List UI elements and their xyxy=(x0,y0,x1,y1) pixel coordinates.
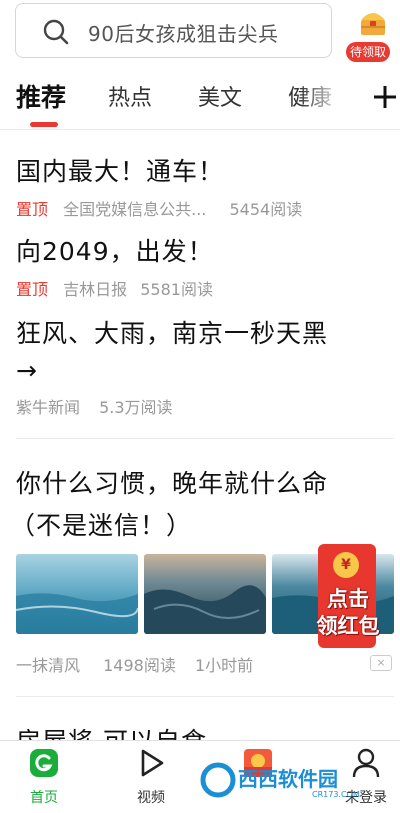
news-thumbnail[interactable] xyxy=(144,554,266,634)
news-title-continued[interactable]: （不是迷信！） xyxy=(10,506,192,542)
top-bar: 90后女孩成狙击尖兵 待领取 xyxy=(0,0,400,66)
watermark-text: 西西软件园 xyxy=(238,767,338,791)
red-packet-button[interactable]: ¥ 点击 领红包 xyxy=(317,544,380,648)
red-packet-line1: 点击 xyxy=(327,587,369,611)
news-source: 紫牛新闻 xyxy=(16,398,81,417)
active-tab-indicator xyxy=(30,122,58,127)
news-meta: 一抹清风 1498阅读 1小时前 xyxy=(16,652,253,676)
search-icon xyxy=(43,19,69,45)
news-title[interactable]: 国内最大！通车！ xyxy=(16,152,224,188)
home-icon xyxy=(30,749,58,777)
tab-hot[interactable]: 热点 xyxy=(108,80,152,112)
search-box[interactable]: 90后女孩成狙击尖兵 xyxy=(15,3,332,58)
add-channel-icon[interactable] xyxy=(372,84,398,110)
news-thumbnail[interactable] xyxy=(16,554,138,634)
red-packet-line2: 领红包 xyxy=(316,614,380,638)
nav-video[interactable]: 视频 xyxy=(121,747,181,809)
channel-tabs: 推荐 热点 美文 健康 xyxy=(0,66,400,130)
site-watermark: 西西软件园 CR173.COM xyxy=(200,762,360,799)
news-source: 全国党媒信息公共... xyxy=(63,200,207,219)
news-reads: 5581阅读 xyxy=(140,280,213,299)
reward-button[interactable]: 待领取 xyxy=(346,6,400,62)
news-source: 吉林日报 xyxy=(63,280,128,299)
news-feed: 国内最大！通车！ 置顶 全国党媒信息公共... 5454阅读 向2049，出发！… xyxy=(0,130,400,740)
news-title[interactable]: 你什么习惯，晚年就什么命 xyxy=(16,464,328,500)
nav-home-label: 首页 xyxy=(30,790,58,806)
pinned-badge: 置顶 xyxy=(16,280,49,299)
feed-divider xyxy=(16,696,394,697)
news-reads: 5.3万阅读 xyxy=(99,398,173,417)
news-source: 一抹清风 xyxy=(16,656,81,675)
treasure-chest-icon xyxy=(361,13,385,35)
watermark-sub: CR173.COM xyxy=(312,790,360,799)
tab-essay[interactable]: 美文 xyxy=(198,80,242,112)
news-title[interactable]: 狂风、大雨，南京一秒天黑 xyxy=(16,314,328,350)
reward-label: 待领取 xyxy=(346,42,391,62)
nav-video-label: 视频 xyxy=(137,790,165,806)
news-reads: 1498阅读 xyxy=(103,656,176,675)
tab-recommend[interactable]: 推荐 xyxy=(16,78,66,114)
feed-divider xyxy=(16,438,394,439)
play-icon xyxy=(141,749,164,777)
nav-home[interactable]: 首页 xyxy=(14,747,74,809)
news-meta: 置顶 吉林日报 5581阅读 xyxy=(16,276,213,300)
red-packet-label: 点击 领红包 xyxy=(306,586,390,640)
dismiss-button[interactable]: × xyxy=(370,655,392,671)
tab-fade xyxy=(300,66,355,126)
news-title[interactable]: 向2049，出发！ xyxy=(16,232,214,268)
news-title[interactable]: 房屋将 可以自食 xyxy=(16,722,207,740)
pinned-badge: 置顶 xyxy=(16,200,49,219)
news-title-continued[interactable]: → xyxy=(16,356,38,385)
search-placeholder: 90后女孩成狙击尖兵 xyxy=(88,22,279,46)
news-meta: 紫牛新闻 5.3万阅读 xyxy=(16,394,173,418)
news-reads: 5454阅读 xyxy=(229,200,303,219)
news-meta: 置顶 全国党媒信息公共... 5454阅读 xyxy=(16,196,302,220)
news-time: 1小时前 xyxy=(194,656,254,675)
coin-icon: ¥ xyxy=(333,552,359,578)
